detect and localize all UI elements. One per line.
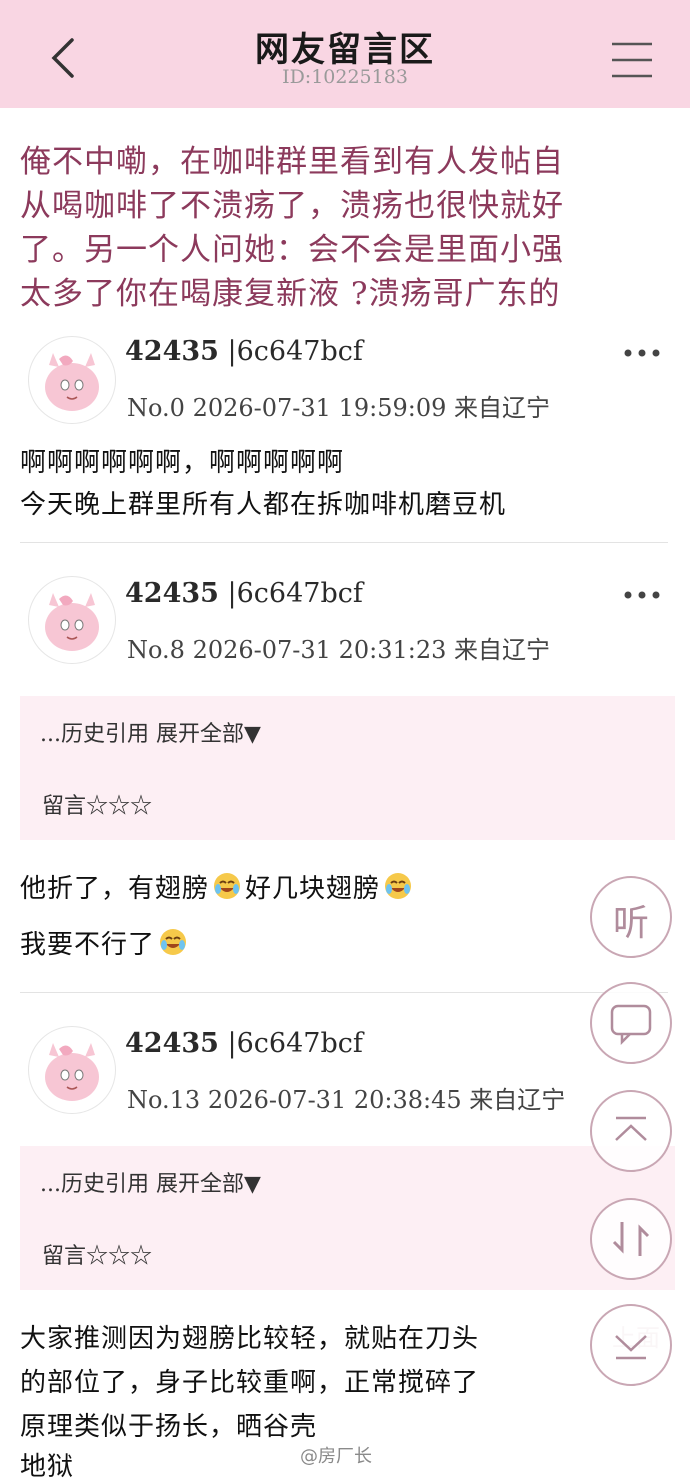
swap-icon [612, 1222, 650, 1256]
post-body-part: 他折了，有翅膀 [20, 874, 210, 904]
post-body-line: 的部位了，身子比较重啊，正常搅碎了 [20, 1368, 480, 1398]
thread-id: ID:10225183 [282, 66, 408, 88]
topic-text: 俺不中嘞，在咖啡群里看到有人发帖自 从喝咖啡了不溃疡了，溃疡也很快就好 了。另一… [20, 140, 680, 316]
swap-button[interactable] [590, 1198, 672, 1280]
crying-laughing-emoji-icon [385, 873, 412, 899]
page-title: 网友留言区 [255, 30, 435, 70]
topic-line: 了。另一个人问她：会不会是里面小强 [20, 232, 564, 268]
topic-line: 太多了你在喝康复新液 ?溃疡哥广东的 [20, 276, 561, 312]
listen-button[interactable]: 听 [590, 876, 672, 958]
scroll-bottom-button[interactable] [590, 1304, 672, 1386]
watermark: @房厂长 [300, 1446, 372, 1467]
user-number: 42435 [125, 336, 219, 367]
divider [20, 542, 668, 543]
user-hash: |6c647bcf [227, 578, 363, 609]
floor-number: No.0 [127, 394, 185, 422]
crying-laughing-emoji-icon [214, 873, 241, 899]
more-dots-icon[interactable] [622, 588, 662, 602]
quote-label: 留言☆☆☆ [42, 794, 153, 819]
post-datetime: 2026-07-31 19:59:09 [192, 394, 447, 422]
username[interactable]: 42435 |6c647bcf [125, 1028, 363, 1059]
post-datetime: 2026-07-31 20:38:45 [207, 1086, 462, 1114]
avatar-jigglypuff-icon [45, 353, 99, 411]
avatar[interactable] [28, 1026, 116, 1114]
avatar[interactable] [28, 336, 116, 424]
header-bar: 网友留言区 ID:10225183 [0, 0, 690, 108]
post-body-line: 啊啊啊啊啊啊，啊啊啊啊啊 [20, 448, 345, 478]
crying-laughing-emoji-icon [160, 929, 187, 955]
post-location: 来自辽宁 [469, 1086, 566, 1114]
user-hash: |6c647bcf [227, 336, 363, 367]
menu-button[interactable] [606, 38, 658, 82]
post-body-part: 好几块翅膀 [245, 874, 381, 904]
post-body-part: 我要不行了 [20, 930, 156, 960]
scroll-bottom-icon [615, 1335, 647, 1360]
avatar-jigglypuff-icon [45, 1043, 99, 1101]
expand-history-button[interactable]: ...历史引用 展开全部▼ [40, 1166, 261, 1198]
user-hash: |6c647bcf [227, 1028, 363, 1059]
avatar-jigglypuff-icon [45, 593, 99, 651]
post-body-line: 原理类似于扬长，晒谷壳 [20, 1412, 318, 1442]
post-location: 来自辽宁 [454, 636, 551, 664]
comment-button[interactable] [590, 982, 672, 1064]
post-body-line: 我要不行了 [20, 924, 191, 961]
post-meta: No.8 2026-07-31 20:31:23 来自辽宁 [127, 630, 550, 665]
post-location: 来自辽宁 [454, 394, 551, 422]
floor-number: No.13 [127, 1086, 201, 1114]
scroll-top-button[interactable] [590, 1090, 672, 1172]
user-number: 42435 [125, 1028, 219, 1059]
topic-line: 俺不中嘞，在咖啡群里看到有人发帖自 [20, 144, 564, 180]
menu-icon [612, 42, 652, 78]
post-body-line: 今天晚上群里所有人都在拆咖啡机磨豆机 [20, 490, 507, 520]
floor-number: No.8 [127, 636, 185, 664]
avatar[interactable] [28, 576, 116, 664]
post-body-line: 地狱 [20, 1452, 75, 1482]
listen-label: 听 [612, 903, 649, 944]
quote-label: 留言☆☆☆ [42, 1244, 153, 1269]
post-meta: No.0 2026-07-31 19:59:09 来自辽宁 [127, 388, 550, 423]
username[interactable]: 42435 |6c647bcf [125, 578, 363, 609]
quote-box: ...历史引用 展开全部▼ 留言☆☆☆ [20, 696, 675, 840]
scroll-top-icon [615, 1116, 647, 1141]
post-datetime: 2026-07-31 20:31:23 [192, 636, 447, 664]
post-body-line: 他折了，有翅膀 好几块翅膀 [20, 868, 416, 905]
comment-icon [610, 1004, 652, 1046]
post-body-line: 大家推测因为翅膀比较轻，就贴在刀头 [20, 1324, 480, 1354]
post-meta: No.13 2026-07-31 20:38:45 来自辽宁 [127, 1080, 565, 1115]
more-dots-icon[interactable] [622, 346, 662, 360]
divider [20, 992, 668, 993]
username[interactable]: 42435 |6c647bcf [125, 336, 363, 367]
user-number: 42435 [125, 578, 219, 609]
quote-box: ...历史引用 展开全部▼ 留言☆☆☆ [20, 1146, 675, 1290]
expand-history-button[interactable]: ...历史引用 展开全部▼ [40, 716, 261, 748]
topic-line: 从喝咖啡了不溃疡了，溃疡也很快就好 [20, 188, 564, 224]
